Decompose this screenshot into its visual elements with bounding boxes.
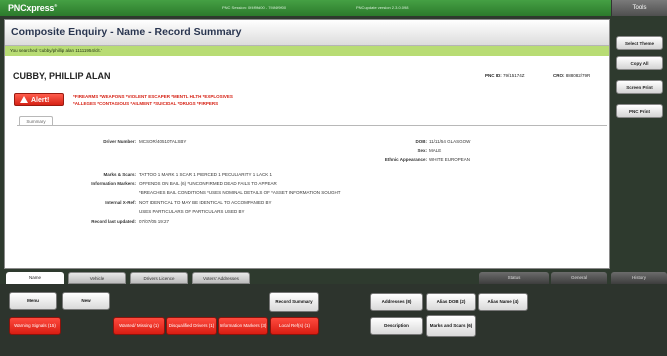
internal-xref-value-2: USES PARTICULARS OF PARTICULARS USED BY [139, 209, 245, 214]
bottom-button-panel: Menu New Record Summary Addresses (8) Al… [0, 284, 667, 356]
version-info: PNCupdate version 2.3.0.098 [356, 5, 409, 10]
dob-label: DOB: [415, 139, 428, 144]
marks-scars-label: Marks & Scars: [103, 172, 136, 177]
tools-menu-button[interactable]: Tools [611, 0, 667, 16]
driver-number-label: Driver Number: [103, 139, 136, 144]
pnc-id: PNC ID: 79/15174Z [485, 73, 525, 78]
internal-xref-label: Internal X-Ref: [105, 200, 136, 205]
session-info: PNC Session: 0f4f9fd00 - 7f4f4f9f00 [222, 5, 287, 10]
marks-scars-value: TATTOO 1 MARK 1 SCAR 1 PIERCED 1 PECULIA… [139, 172, 272, 177]
alert-button[interactable]: Alert! [14, 93, 64, 106]
top-bar: PNCxpress® PNC Session: 0f4f9fd00 - 7f4f… [0, 0, 667, 16]
tab-drivers-licence[interactable]: Drivers Licence [130, 272, 188, 284]
warning-icon [20, 96, 28, 103]
warning-signals-line-2: *ALLEGES *CONTAGIOUS *AILMENT *SUICIDAL … [73, 101, 219, 106]
select-theme-button[interactable]: Select Theme [616, 36, 663, 50]
tab-general[interactable]: General [551, 272, 607, 284]
last-updated-value: 07/07/05 19:27 [139, 219, 170, 224]
record-summary-button[interactable]: Record Summary [269, 292, 319, 312]
information-markers-label: Information Markers: [91, 181, 136, 186]
summary-panel: Driver Number: MCSOR/40510TALSBY DOB: 11… [17, 125, 607, 265]
dob-value: 11/11/54 GLASGOW [429, 139, 471, 144]
tab-vehicle[interactable]: Vehicle [68, 272, 126, 284]
main-panel: Composite Enquiry - Name - Record Summar… [4, 19, 610, 269]
information-markers-value-2: *BREACHES BAIL CONDITIONS *USES NOMINAL … [139, 190, 341, 195]
copy-all-button[interactable]: Copy All [616, 56, 663, 70]
subject-name: CUBBY, PHILLIP ALAN [13, 71, 111, 81]
last-updated-label: Record last updated: [91, 219, 136, 224]
pnc-print-button[interactable]: PNC Print [616, 104, 663, 118]
menu-button[interactable]: Menu [9, 292, 57, 310]
sex-label: Sex: [417, 148, 427, 153]
tab-history[interactable]: History [611, 272, 667, 284]
app-logo: PNCxpress® [8, 3, 57, 13]
sex-value: MALE [429, 148, 442, 153]
warning-signals-button[interactable]: Warning Signals (15) [9, 317, 61, 335]
alias-name-button[interactable]: Alias Name (4) [478, 293, 528, 311]
bottom-tab-row: Name Vehicle Drivers Licence Voters' Add… [0, 272, 667, 284]
information-markers-button[interactable]: Information Markers (3) [218, 317, 268, 335]
cro-number: CRO: 888082/79R [553, 73, 591, 78]
title-bar: Composite Enquiry - Name - Record Summar… [5, 20, 609, 46]
wanted-missing-button[interactable]: Wanted/ Missing (1) [113, 317, 165, 335]
search-summary: You searched 'cubby/phillip alan 1111195… [5, 46, 609, 56]
screen-print-button[interactable]: Screen Print [616, 80, 663, 94]
alias-dob-button[interactable]: Alias DOB (2) [426, 293, 476, 311]
information-markers-value: OFFENDS ON BAIL (6) *UNCONFIRMED DEAD FA… [139, 181, 277, 186]
internal-xref-value: NOT IDENTICAL TO MAY BE IDENTICAL TO ACC… [139, 200, 272, 205]
ethnic-appearance-value: WHITE EUROPEAN [429, 157, 471, 162]
page-title: Composite Enquiry - Name - Record Summar… [11, 26, 242, 38]
tab-voters-addresses[interactable]: Voters' Addresses [192, 272, 250, 284]
side-toolbar: Select Theme Copy All Screen Print PNC P… [612, 26, 667, 269]
warning-signals-line-1: *FIREARMS *WEAPONS *VIOLENT ESCAPER *MEN… [73, 94, 233, 99]
addresses-button[interactable]: Addresses (8) [370, 293, 423, 311]
marks-and-scars-button[interactable]: Marks and Scars (6) [426, 315, 476, 337]
tab-name[interactable]: Name [6, 272, 64, 284]
local-refs-button[interactable]: Local Ref(s) (1) [270, 317, 319, 335]
disqualified-drivers-button[interactable]: Disqualified Drivers (1) [166, 317, 217, 335]
tab-status[interactable]: Status [479, 272, 549, 284]
driver-number-value: MCSOR/40510TALSBY [139, 139, 187, 144]
description-button[interactable]: Description [370, 317, 423, 335]
ethnic-appearance-label: Ethnic Appearance: [384, 157, 427, 162]
new-button[interactable]: New [62, 292, 110, 310]
